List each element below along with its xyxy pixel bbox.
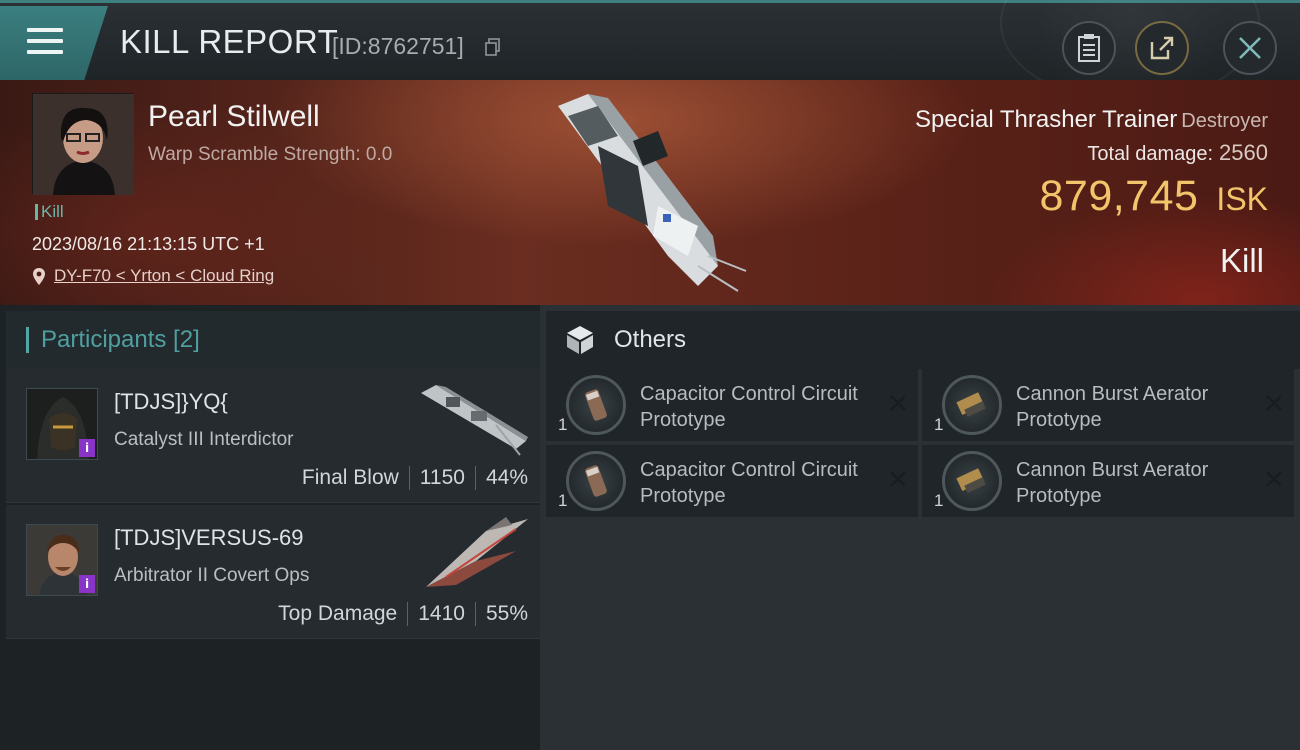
menu-icon [27,28,63,61]
participant-ship: Catalyst III Interdictor [114,429,294,450]
clipboard-icon [1078,34,1100,62]
item-close-icon[interactable] [888,469,908,489]
copy-icon[interactable] [485,38,501,56]
item-quantity: 1 [934,491,944,510]
victim-portrait[interactable] [32,93,134,195]
participants-header: Participants [2] [6,311,540,369]
warp-scramble-strength: Warp Scramble Strength: 0.0 [148,144,393,165]
item-close-icon[interactable] [1264,469,1284,489]
participant-damage: 1150 [419,466,465,489]
victim-ship: Special Thrasher Trainer Destroyer [915,106,1268,134]
total-damage-value: 2560 [1219,140,1268,165]
others-panel: Others 1 Capacitor Control Circuit Proto… [540,305,1300,750]
total-damage: Total damage: 2560 [1087,140,1268,166]
member-badge-icon: i [79,439,95,457]
stats-divider [407,602,409,626]
top-bar: KILL REPORT [ID:8762751] [0,0,1300,103]
member-badge-icon: i [79,575,95,593]
participant-stats: Final Blow 1150 44% [302,466,528,490]
stats-divider [474,466,476,490]
participant-role: Top Damage [278,602,398,625]
cube-icon [567,326,593,354]
menu-button[interactable] [0,6,108,80]
total-damage-label: Total damage: [1087,143,1214,165]
capacitor-module-icon [566,451,626,511]
participant-stats: Top Damage 1410 55% [278,602,528,626]
close-button[interactable] [1223,21,1277,75]
others-title: Others [614,326,687,353]
participant-damage: 1410 [418,602,465,625]
item-row[interactable]: 1 Capacitor Control Circuit Prototype [546,369,918,441]
cannon-module-icon [942,451,1002,511]
item-row[interactable]: 1 Cannon Burst Aerator Prototype [922,445,1294,517]
isk-value: 879,745 ISK [1039,172,1268,221]
isk-amount: 879,745 [1039,172,1199,220]
item-name: Capacitor Control Circuit Prototype [640,383,858,431]
page-title: KILL REPORT [120,23,339,60]
participant-avatar[interactable]: i [26,524,98,596]
item-name: Cannon Burst Aerator Prototype [1016,383,1209,431]
participant-row[interactable]: i [TDJS]}YQ{ Catalyst III Interdictor Fi… [6,369,540,503]
stats-divider [408,466,410,490]
participant-ship-image [426,517,528,587]
kill-tag: Kill [35,203,64,220]
victim-ship-class: Destroyer [1181,110,1268,132]
item-quantity: 1 [934,415,944,434]
victim-ship-name: Special Thrasher Trainer [914,106,1178,133]
header-accent [26,327,29,353]
item-close-icon[interactable] [888,393,908,413]
cannon-module-icon [942,375,1002,435]
participants-panel: Participants [2] i [TDJS]}YQ{ Catalyst I… [0,305,540,750]
report-id: [ID:8762751] [332,33,464,59]
location-link[interactable]: DY-F70 < Yrton < Cloud Ring [32,266,274,286]
others-header: Others [546,311,1300,369]
participant-role: Final Blow [301,466,399,489]
item-name: Cannon Burst Aerator Prototype [1016,459,1209,507]
item-quantity: 1 [558,491,568,510]
victim-avatar-image [33,94,134,195]
victim-ship-image [558,94,747,292]
participant-name: [TDJS]}YQ{ [114,389,228,414]
share-icon [1150,36,1174,60]
capacitor-module-icon [566,375,626,435]
location-pin-icon [33,267,45,285]
kill-result: Kill [1219,242,1264,279]
participants-title: Participants [2] [41,326,200,353]
participant-ship: Arbitrator II Covert Ops [114,565,310,586]
stats-divider [474,602,476,626]
item-name: Capacitor Control Circuit Prototype [640,459,858,507]
close-icon [1239,37,1261,59]
participant-avatar[interactable]: i [26,388,98,460]
share-button[interactable] [1135,21,1189,75]
item-close-icon[interactable] [1264,393,1284,413]
participant-row[interactable]: i [TDJS]VERSUS-69 Arbitrator II Covert O… [6,505,540,639]
item-row[interactable]: 1 Capacitor Control Circuit Prototype [546,445,918,517]
participant-percent: 44% [485,466,528,489]
isk-unit: ISK [1216,181,1268,217]
participant-percent: 55% [485,602,528,625]
participant-ship-image [421,385,528,456]
item-row[interactable]: 1 Cannon Burst Aerator Prototype [922,369,1294,441]
kill-datetime: 2023/08/16 21:13:15 UTC +1 [32,234,265,254]
victim-banner: Pearl Stilwell Warp Scramble Strength: 0… [0,80,1300,305]
victim-name: Pearl Stilwell [148,100,320,133]
participant-name: [TDJS]VERSUS-69 [114,525,304,550]
clipboard-button[interactable] [1062,21,1116,75]
item-quantity: 1 [558,415,568,434]
location-text: DY-F70 < Yrton < Cloud Ring [54,266,275,285]
